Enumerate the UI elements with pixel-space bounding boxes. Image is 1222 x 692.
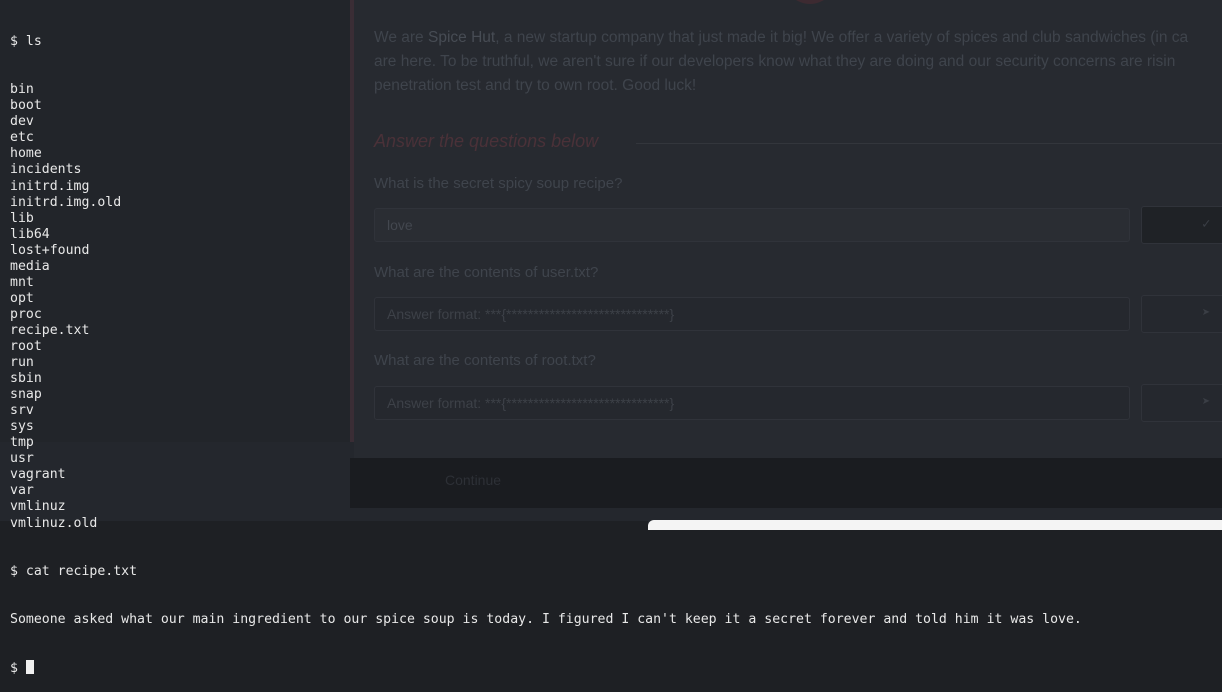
- listing-entry: lost+found: [10, 242, 90, 258]
- listing-entry: home: [10, 146, 42, 162]
- listing-entry: proc: [10, 306, 42, 322]
- listing-entry: vagrant: [10, 467, 66, 483]
- listing-entry: sys: [10, 419, 34, 435]
- listing-entry: vmlinuz: [10, 499, 66, 515]
- listing-entry: srv: [10, 403, 34, 419]
- terminal-command-ls: $ ls: [10, 34, 42, 50]
- listing-entry: recipe.txt: [10, 322, 90, 338]
- terminal-prompt-line[interactable]: $: [10, 659, 1210, 676]
- listing-entry: mnt: [10, 274, 34, 290]
- terminal-prompt: $: [10, 660, 18, 676]
- listing-entry: opt: [10, 290, 34, 306]
- terminal-command-cat: $ cat recipe.txt: [10, 563, 138, 579]
- listing-entry: lib64: [10, 226, 50, 242]
- listing-entry: incidents: [10, 162, 82, 178]
- terminal-file-output: Someone asked what our main ingredient t…: [10, 611, 1082, 627]
- listing-entry: root: [10, 338, 42, 354]
- terminal-cursor: [25, 659, 34, 674]
- listing-entry: initrd.img.old: [10, 194, 122, 210]
- listing-entry: snap: [10, 387, 42, 403]
- listing-entry: lib: [10, 210, 34, 226]
- listing-entry: run: [10, 355, 34, 371]
- listing-entry: boot: [10, 98, 42, 114]
- terminal-output[interactable]: $ ls bin boot dev etc home incidents initrd.im…: [10, 2, 1210, 692]
- listing-entry: etc: [10, 130, 34, 146]
- directory-listing: bin boot dev etc home incidents initrd.img init…: [10, 82, 1210, 531]
- listing-entry: usr: [10, 451, 34, 467]
- listing-entry: bin: [10, 82, 34, 98]
- listing-entry: media: [10, 258, 50, 274]
- listing-entry: initrd.img: [10, 178, 90, 194]
- listing-entry: var: [10, 483, 34, 499]
- listing-entry: tmp: [10, 435, 34, 451]
- listing-entry: vmlinuz.old: [10, 515, 98, 531]
- listing-entry: dev: [10, 114, 34, 130]
- listing-entry: sbin: [10, 371, 42, 387]
